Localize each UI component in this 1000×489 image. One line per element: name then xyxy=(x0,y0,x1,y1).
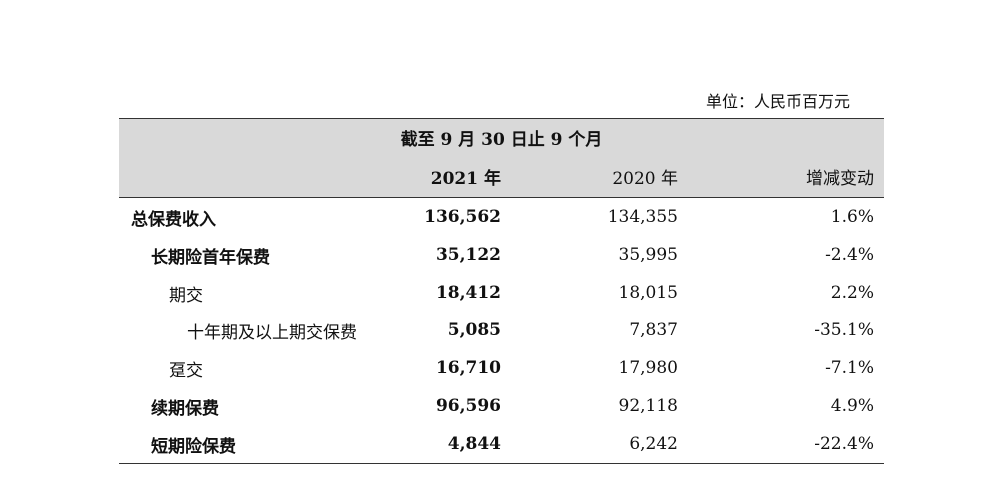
table-row-short-term-premium: 短期险保费 4,844 6,242 -22.4% xyxy=(119,425,884,463)
value-2021: 16,710 xyxy=(435,358,501,379)
value-2021: 5,085 xyxy=(447,320,501,341)
premium-table: 截至 9 月 30 日止 9 个月 2021 年 2020 年 增减变动 总保费… xyxy=(119,118,884,464)
column-header-row: 2021 年 2020 年 增减变动 xyxy=(119,164,884,189)
value-change: -7.1% xyxy=(825,358,874,379)
value-2020: 92,118 xyxy=(618,395,678,416)
table-row-ten-year-regular: 十年期及以上期交保费 5,085 7,837 -35.1% xyxy=(119,311,884,349)
value-change: -22.4% xyxy=(814,433,874,454)
row-label: 续期保费 xyxy=(151,398,219,419)
value-2020: 7,837 xyxy=(629,320,678,341)
value-change: -35.1% xyxy=(814,320,874,341)
table-row-total-premium: 总保费收入 136,562 134,355 1.6% xyxy=(119,198,884,236)
period-header: 截至 9 月 30 日止 9 个月 xyxy=(400,130,603,150)
value-2020: 134,355 xyxy=(607,207,678,227)
table-row-regular-payment: 期交 18,412 18,015 2.2% xyxy=(119,274,884,312)
table-header: 截至 9 月 30 日止 9 个月 2021 年 2020 年 增减变动 xyxy=(119,118,884,198)
row-label: 长期险首年保费 xyxy=(151,247,270,268)
value-2021: 35,122 xyxy=(435,244,501,265)
table-body: 总保费收入 136,562 134,355 1.6% 长期险首年保费 35,12… xyxy=(119,198,884,463)
column-header-2020: 2020 年 xyxy=(612,169,678,189)
row-label: 期交 xyxy=(169,285,203,306)
value-change: 4.9% xyxy=(830,395,874,416)
value-2020: 18,015 xyxy=(618,282,678,303)
value-2020: 35,995 xyxy=(618,244,678,265)
row-label: 总保费收入 xyxy=(131,210,216,230)
value-2021: 18,412 xyxy=(435,282,501,303)
value-2021: 4,844 xyxy=(447,433,501,454)
table-bottom-rule xyxy=(119,462,884,464)
table-row-single-payment: 趸交 16,710 17,980 -7.1% xyxy=(119,349,884,387)
value-change: -2.4% xyxy=(825,244,874,265)
value-2021: 136,562 xyxy=(424,207,501,227)
value-2020: 17,980 xyxy=(618,358,678,379)
row-label: 短期险保费 xyxy=(151,436,236,457)
column-header-2021: 2021 年 xyxy=(430,169,501,189)
value-2020: 6,242 xyxy=(629,433,678,454)
row-label: 十年期及以上期交保费 xyxy=(187,323,357,344)
unit-label: 单位：人民币百万元 xyxy=(705,92,850,111)
table-row-first-year-premium: 长期险首年保费 35,122 35,995 -2.4% xyxy=(119,236,884,274)
column-header-change: 增减变动 xyxy=(806,169,874,189)
table-row-renewal-premium: 续期保费 96,596 92,118 4.9% xyxy=(119,387,884,425)
value-change: 2.2% xyxy=(830,282,874,303)
row-label: 趸交 xyxy=(169,361,203,382)
value-2021: 96,596 xyxy=(435,395,501,416)
value-change: 1.6% xyxy=(830,207,874,227)
